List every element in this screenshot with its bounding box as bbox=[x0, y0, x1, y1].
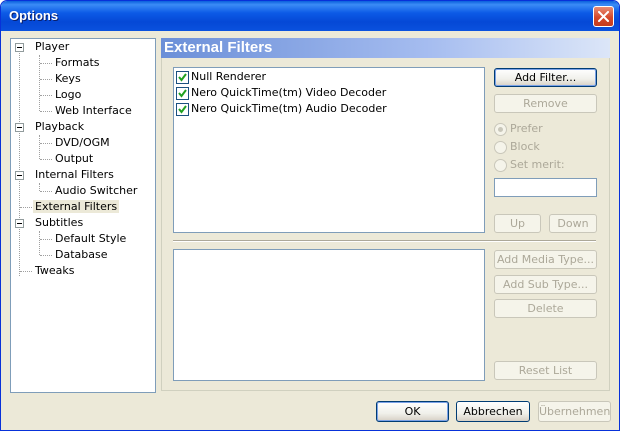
tree-line bbox=[19, 51, 20, 276]
collapse-icon[interactable] bbox=[15, 43, 24, 52]
collapse-icon[interactable] bbox=[15, 171, 24, 180]
tree-item-formats[interactable]: Formats bbox=[53, 55, 102, 71]
filter-label: Nero QuickTime(tm) Video Decoder bbox=[191, 86, 387, 99]
remove-button[interactable]: Remove bbox=[494, 94, 597, 113]
window-title: Options bbox=[9, 8, 59, 23]
tree-line bbox=[39, 231, 40, 255]
tree-line bbox=[39, 135, 40, 159]
radio-button[interactable] bbox=[494, 159, 507, 172]
tree-item-external-filters[interactable]: External Filters bbox=[33, 199, 120, 215]
options-window: Options Player Formats Keys Logo Web Int… bbox=[0, 0, 620, 431]
filter-checkbox[interactable] bbox=[176, 71, 189, 84]
tree-item-logo[interactable]: Logo bbox=[53, 87, 83, 103]
options-tree[interactable]: Player Formats Keys Logo Web Interface P… bbox=[10, 38, 156, 393]
cancel-button[interactable]: Abbrechen bbox=[456, 401, 530, 422]
checkmark-icon bbox=[178, 89, 187, 98]
tree-line bbox=[40, 95, 52, 96]
separator bbox=[173, 240, 596, 242]
down-button[interactable]: Down bbox=[549, 214, 597, 233]
checkmark-icon bbox=[178, 105, 187, 114]
radio-button[interactable] bbox=[494, 141, 507, 154]
add-sub-type-button[interactable]: Add Sub Type... bbox=[494, 275, 597, 294]
tree-line bbox=[40, 63, 52, 64]
reset-list-button[interactable]: Reset List bbox=[494, 361, 597, 380]
add-media-type-button[interactable]: Add Media Type... bbox=[494, 250, 597, 269]
tree-line bbox=[40, 255, 52, 256]
tree-line bbox=[40, 143, 52, 144]
media-type-list[interactable] bbox=[173, 249, 485, 381]
collapse-icon[interactable] bbox=[15, 219, 24, 228]
title-bar[interactable]: Options bbox=[1, 1, 619, 31]
tree-line bbox=[39, 183, 40, 191]
panel-title: External Filters bbox=[164, 39, 273, 56]
tree-item-audio-switcher[interactable]: Audio Switcher bbox=[53, 183, 139, 199]
tree-line bbox=[40, 159, 52, 160]
close-button[interactable] bbox=[593, 6, 614, 27]
tree-line bbox=[40, 111, 52, 112]
filter-label: Nero QuickTime(tm) Audio Decoder bbox=[191, 102, 387, 115]
tree-item-keys[interactable]: Keys bbox=[53, 71, 83, 87]
radio-button[interactable] bbox=[494, 123, 507, 136]
tree-line bbox=[20, 207, 32, 208]
collapse-icon[interactable] bbox=[15, 123, 24, 132]
tree-item-web-interface[interactable]: Web Interface bbox=[53, 103, 134, 119]
tree-item-dvd-ogm[interactable]: DVD/OGM bbox=[53, 135, 112, 151]
up-button[interactable]: Up bbox=[494, 214, 541, 233]
delete-button[interactable]: Delete bbox=[494, 299, 597, 318]
filter-label: Null Renderer bbox=[191, 70, 267, 83]
ok-button[interactable]: OK bbox=[376, 401, 449, 422]
tree-item-output[interactable]: Output bbox=[53, 151, 95, 167]
tree-item-internal-filters[interactable]: Internal Filters bbox=[33, 167, 116, 183]
filter-checkbox[interactable] bbox=[176, 87, 189, 100]
tree-line bbox=[40, 191, 52, 192]
panel-header: External Filters bbox=[161, 38, 610, 58]
merit-input[interactable] bbox=[494, 178, 597, 197]
close-icon bbox=[598, 11, 609, 22]
tree-line bbox=[20, 271, 32, 272]
tree-item-player[interactable]: Player bbox=[33, 39, 71, 55]
tree-item-subtitles[interactable]: Subtitles bbox=[33, 215, 85, 231]
tree-item-database[interactable]: Database bbox=[53, 247, 110, 263]
tree-line bbox=[40, 79, 52, 80]
tree-item-playback[interactable]: Playback bbox=[33, 119, 86, 135]
tree-item-tweaks[interactable]: Tweaks bbox=[33, 263, 77, 279]
filter-list[interactable]: Null Renderer Nero QuickTime(tm) Video D… bbox=[173, 67, 485, 233]
add-filter-button[interactable]: Add Filter... bbox=[494, 68, 597, 87]
checkmark-icon bbox=[178, 73, 187, 82]
tree-line bbox=[40, 239, 52, 240]
filter-checkbox[interactable] bbox=[176, 103, 189, 116]
apply-button[interactable]: Übernehmen bbox=[538, 401, 611, 422]
tree-item-default-style[interactable]: Default Style bbox=[53, 231, 128, 247]
